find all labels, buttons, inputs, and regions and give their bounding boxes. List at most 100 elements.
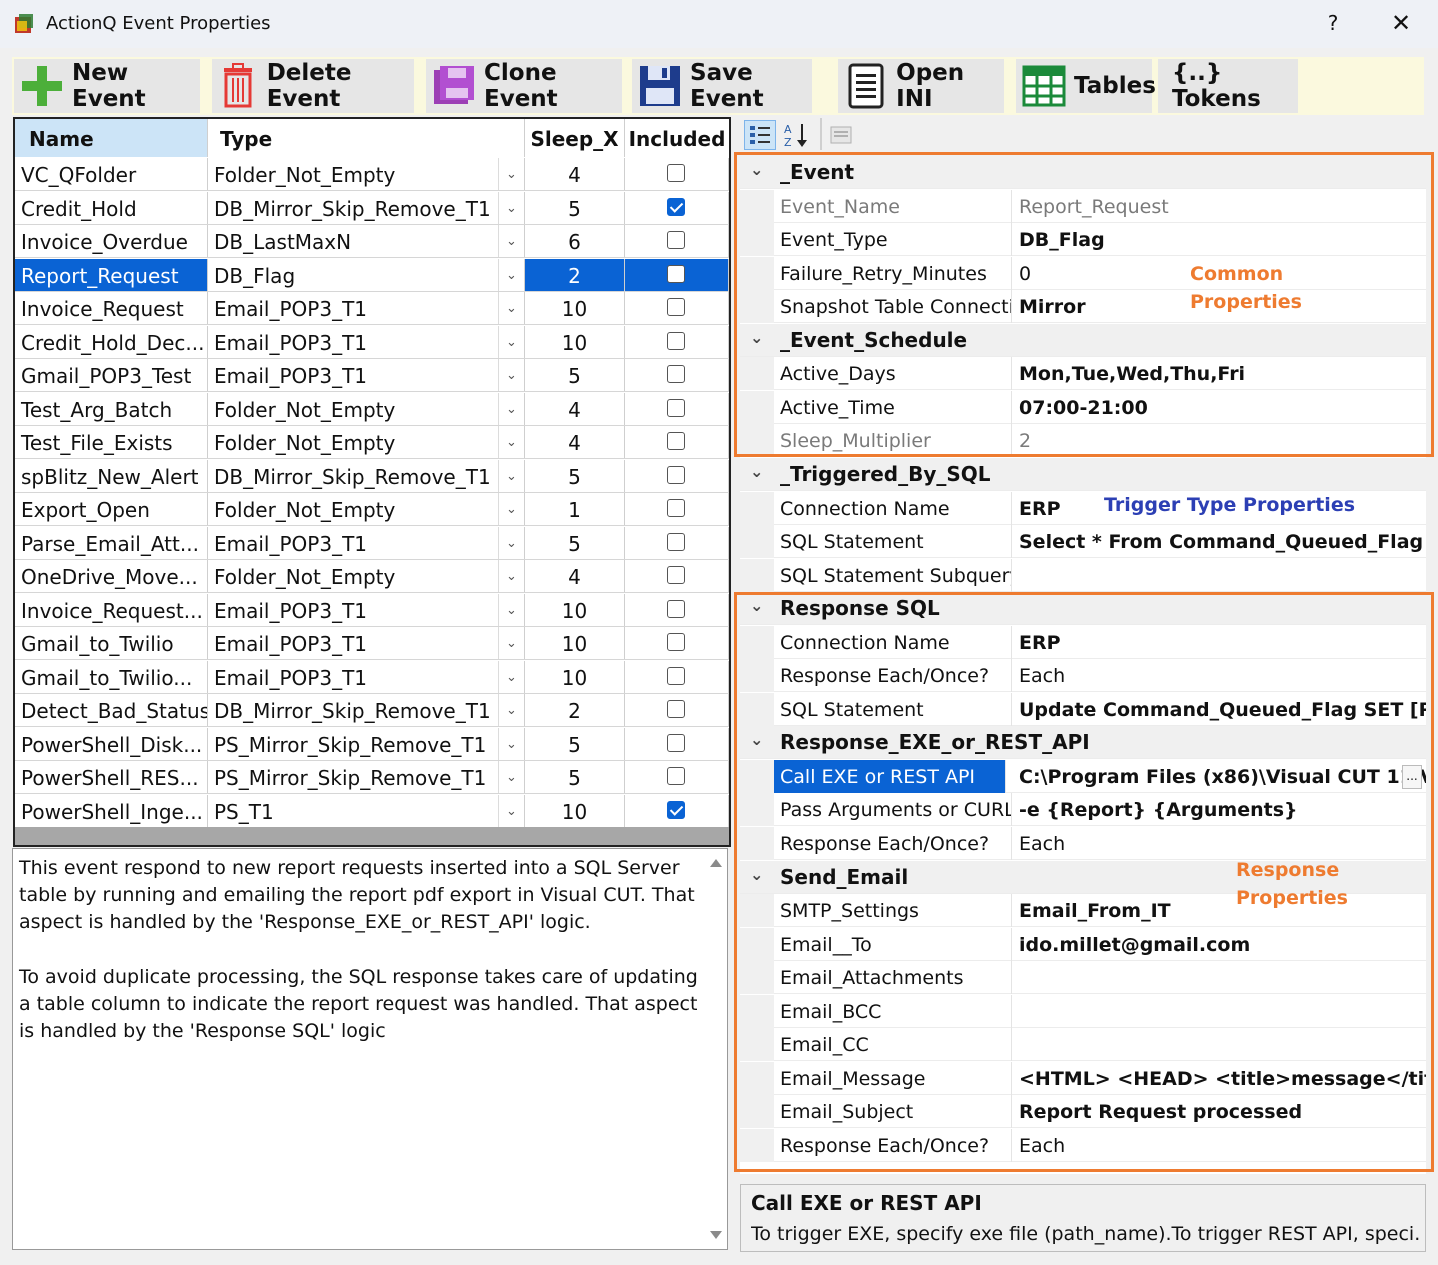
property-value[interactable]	[1019, 559, 1426, 592]
property-value[interactable]: Select * From Command_Queued_Flag Where	[1019, 525, 1426, 558]
event-description[interactable]: This event respond to new report request…	[12, 848, 728, 1250]
property-key[interactable]: SQL Statement	[780, 525, 1012, 559]
sleep-x-cell[interactable]: 4	[525, 158, 625, 190]
sleep-x-cell[interactable]: 5	[525, 761, 625, 793]
included-checkbox[interactable]	[667, 700, 685, 718]
event-type-cell[interactable]: Email_POP3_T1	[208, 325, 525, 358]
property-category[interactable]: ⌄ _Triggered_By_SQL	[740, 457, 1426, 491]
table-row[interactable]: PowerShell_RES... PS_Mirror_Skip_Remove_T…	[15, 761, 729, 794]
chevron-down-icon[interactable]: ⌄	[498, 158, 525, 190]
chevron-down-icon[interactable]: ⌄	[498, 593, 525, 626]
event-type-cell[interactable]: Folder_Not_Empty	[208, 426, 525, 458]
grid-horizontal-scrollbar[interactable]	[15, 827, 729, 845]
table-row[interactable]: Test_Arg_Batch Folder_Not_Empty ⌄ 4	[15, 392, 729, 426]
chevron-down-icon[interactable]: ⌄	[498, 627, 525, 659]
event-name-cell[interactable]: Report_Request	[15, 258, 208, 291]
property-pages-icon[interactable]	[828, 122, 854, 148]
chevron-down-icon[interactable]: ⌄	[750, 462, 763, 481]
sleep-x-cell[interactable]: 4	[525, 392, 625, 425]
included-checkbox[interactable]	[667, 264, 685, 283]
column-header-sleep[interactable]: Sleep_X	[525, 119, 625, 157]
included-checkbox[interactable]	[667, 633, 685, 651]
event-name-cell[interactable]: PowerShell_Disk...	[15, 727, 208, 760]
event-name-cell[interactable]: PowerShell_Inge...	[15, 794, 208, 827]
table-row[interactable]: spBlitz_New_Alert DB_Mirror_Skip_Remove_T…	[15, 459, 729, 493]
included-checkbox[interactable]	[667, 800, 685, 819]
event-name-cell[interactable]: Gmail_POP3_Test	[15, 359, 208, 391]
table-row[interactable]: Invoice_Request... Email_POP3_T1 ⌄ 10	[15, 593, 729, 627]
event-name-cell[interactable]: Credit_Hold	[15, 191, 208, 224]
event-type-cell[interactable]: DB_LastMaxN	[208, 225, 525, 257]
event-type-cell[interactable]: Email_POP3_T1	[208, 359, 525, 391]
included-checkbox[interactable]	[667, 767, 685, 785]
table-row[interactable]: Report_Request DB_Flag ⌄ 2	[15, 258, 729, 292]
table-row[interactable]: Gmail_to_Twilio Email_POP3_T1 ⌄ 10	[15, 627, 729, 660]
sleep-x-cell[interactable]: 10	[525, 794, 625, 827]
table-row[interactable]: Detect_Bad_Status DB_Mirror_Skip_Remove_T…	[15, 694, 729, 727]
event-name-cell[interactable]: Credit_Hold_Dec...	[15, 325, 208, 358]
event-name-cell[interactable]: Invoice_Request	[15, 292, 208, 324]
sleep-x-cell[interactable]: 5	[525, 191, 625, 224]
close-button[interactable]: ✕	[1384, 8, 1418, 38]
event-type-cell[interactable]: DB_Mirror_Skip_Remove_T1	[208, 694, 525, 726]
event-name-cell[interactable]: PowerShell_RES...	[15, 761, 208, 793]
event-name-cell[interactable]: Detect_Bad_Status	[15, 694, 208, 726]
event-type-cell[interactable]: PS_Mirror_Skip_Remove_T1	[208, 727, 525, 760]
included-checkbox[interactable]	[667, 398, 685, 417]
categorized-view-icon[interactable]	[744, 120, 776, 150]
event-type-cell[interactable]: Email_POP3_T1	[208, 292, 525, 324]
event-type-cell[interactable]: PS_T1	[208, 794, 525, 827]
chevron-down-icon[interactable]: ⌄	[498, 794, 525, 827]
included-checkbox[interactable]	[667, 231, 685, 249]
sleep-x-cell[interactable]: 5	[525, 459, 625, 492]
chevron-down-icon[interactable]: ⌄	[498, 459, 525, 492]
clone-event-button[interactable]: Clone Event	[426, 59, 622, 113]
event-type-cell[interactable]: Email_POP3_T1	[208, 593, 525, 626]
included-checkbox[interactable]	[667, 733, 685, 752]
table-row[interactable]: VC_QFolder Folder_Not_Empty ⌄ 4	[15, 158, 729, 191]
table-row[interactable]: Gmail_to_Twilio... Email_POP3_T1 ⌄ 10	[15, 660, 729, 694]
event-type-cell[interactable]: Email_POP3_T1	[208, 660, 525, 693]
sleep-x-cell[interactable]: 1	[525, 493, 625, 525]
event-name-cell[interactable]: Test_File_Exists	[15, 426, 208, 458]
sleep-x-cell[interactable]: 2	[525, 694, 625, 726]
table-row[interactable]: PowerShell_Disk... PS_Mirror_Skip_Remove_…	[15, 727, 729, 761]
table-row[interactable]: Parse_Email_Att... Email_POP3_T1 ⌄ 5	[15, 526, 729, 560]
event-type-cell[interactable]: DB_Mirror_Skip_Remove_T1	[208, 191, 525, 224]
sleep-x-cell[interactable]: 6	[525, 225, 625, 257]
included-checkbox[interactable]	[667, 566, 685, 584]
sleep-x-cell[interactable]: 5	[525, 526, 625, 559]
table-row[interactable]: Invoice_Request Email_POP3_T1 ⌄ 10	[15, 292, 729, 325]
table-row[interactable]: Export_Open Folder_Not_Empty ⌄ 1	[15, 493, 729, 526]
chevron-down-icon[interactable]: ⌄	[498, 727, 525, 760]
included-checkbox[interactable]	[667, 499, 685, 517]
event-type-cell[interactable]: Folder_Not_Empty	[208, 158, 525, 190]
chevron-down-icon[interactable]: ⌄	[498, 426, 525, 458]
event-name-cell[interactable]: Gmail_to_Twilio	[15, 627, 208, 659]
tables-button[interactable]: Tables	[1016, 59, 1156, 113]
table-row[interactable]: Gmail_POP3_Test Email_POP3_T1 ⌄ 5	[15, 359, 729, 392]
event-type-cell[interactable]: Email_POP3_T1	[208, 627, 525, 659]
event-type-cell[interactable]: Folder_Not_Empty	[208, 493, 525, 525]
table-row[interactable]: Invoice_Overdue DB_LastMaxN ⌄ 6	[15, 225, 729, 258]
new-event-button[interactable]: New Event	[14, 59, 200, 113]
table-row[interactable]: Credit_Hold_Dec... Email_POP3_T1 ⌄ 10	[15, 325, 729, 359]
column-header-name[interactable]: Name	[15, 119, 208, 157]
chevron-down-icon[interactable]: ⌄	[498, 493, 525, 525]
chevron-down-icon[interactable]: ⌄	[498, 560, 525, 592]
event-name-cell[interactable]: Parse_Email_Att...	[15, 526, 208, 559]
tokens-button[interactable]: {..} Tokens	[1158, 59, 1298, 113]
event-name-cell[interactable]: VC_QFolder	[15, 158, 208, 190]
included-checkbox[interactable]	[667, 331, 685, 350]
sleep-x-cell[interactable]: 4	[525, 426, 625, 458]
property-row[interactable]: SQL Statement Subquery	[740, 558, 1426, 592]
event-name-cell[interactable]: Invoice_Request...	[15, 593, 208, 626]
delete-event-button[interactable]: Delete Event	[212, 59, 414, 113]
event-type-cell[interactable]: PS_Mirror_Skip_Remove_T1	[208, 761, 525, 793]
included-checkbox[interactable]	[667, 365, 685, 383]
chevron-down-icon[interactable]: ⌄	[498, 325, 525, 358]
event-type-cell[interactable]: DB_Mirror_Skip_Remove_T1	[208, 459, 525, 492]
event-name-cell[interactable]: Invoice_Overdue	[15, 225, 208, 257]
property-row[interactable]: SQL Statement Select * From Command_Queue…	[740, 525, 1426, 559]
sleep-x-cell[interactable]: 2	[525, 258, 625, 291]
